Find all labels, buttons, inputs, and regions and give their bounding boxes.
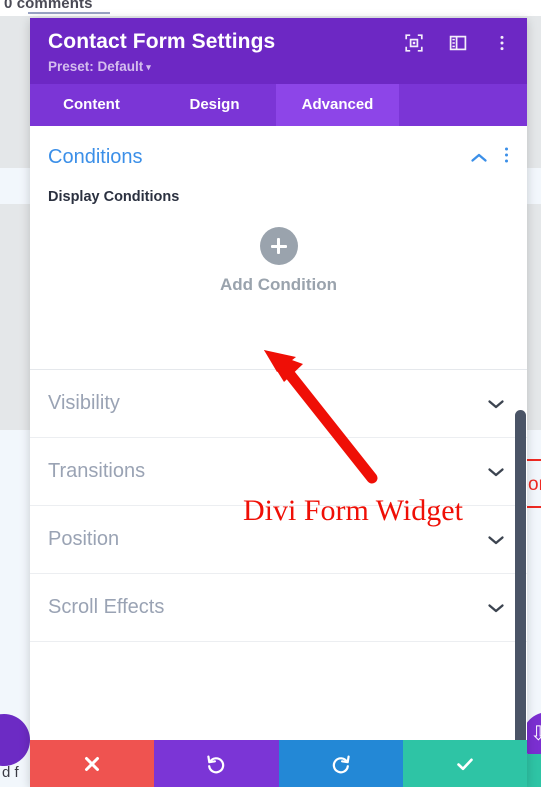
bg-red-rule — [527, 459, 541, 461]
preset-label: Preset: Default — [48, 59, 144, 75]
header-icon-group — [405, 34, 511, 52]
chevron-down-icon[interactable] — [487, 534, 505, 546]
check-icon — [454, 753, 476, 775]
display-conditions-label: Display Conditions — [48, 189, 180, 206]
tab-content[interactable]: Content — [30, 84, 153, 126]
bg-red-rule — [527, 506, 541, 508]
bg-red-text: on — [528, 474, 541, 495]
modal-header: Contact Form Settings Preset: Default ▾ — [30, 18, 527, 85]
chevron-up-icon[interactable] — [470, 152, 488, 164]
focus-icon[interactable] — [405, 34, 423, 52]
section-transitions[interactable]: Transitions — [30, 438, 527, 505]
section-conditions-icons — [470, 146, 509, 169]
cancel-button[interactable] — [30, 740, 155, 787]
layout-icon[interactable] — [449, 34, 467, 52]
screenshot-root: 0 comments d f ⇩ on Contact Form Setting… — [0, 0, 541, 787]
add-condition-area: Add Condition — [30, 205, 527, 325]
contact-form-settings-modal: Contact Form Settings Preset: Default▾ — [30, 18, 527, 787]
comments-count-text: 0 comments — [4, 0, 93, 12]
save-button[interactable] — [402, 740, 527, 787]
section-position-title: Position — [48, 528, 120, 551]
comments-underline — [28, 12, 110, 14]
chevron-down-icon[interactable] — [487, 602, 505, 614]
tab-advanced[interactable]: Advanced — [276, 84, 399, 127]
chevron-down-icon: ▾ — [146, 62, 151, 73]
plus-icon[interactable] — [259, 227, 298, 266]
redo-icon — [330, 753, 352, 775]
preset-selector[interactable]: Preset: Default ▾ — [48, 59, 509, 74]
section-divider — [30, 641, 527, 643]
panel-scrollbar[interactable] — [515, 410, 526, 740]
undo-icon — [205, 753, 227, 775]
section-visibility[interactable]: Visibility — [30, 370, 527, 437]
section-position[interactable]: Position — [30, 506, 527, 573]
modal-footer — [30, 740, 527, 787]
modal-body: Conditions Display Conditions Add Condit… — [30, 126, 527, 740]
section-conditions-header[interactable]: Conditions — [30, 126, 527, 183]
settings-tabs: Content Design Advanced — [30, 84, 527, 127]
add-condition-button[interactable]: Add Condition — [30, 275, 527, 295]
section-transitions-title: Transitions — [48, 460, 146, 483]
tabs-filler — [399, 84, 527, 126]
section-scroll-effects[interactable]: Scroll Effects — [30, 574, 527, 641]
chevron-down-icon[interactable] — [487, 398, 505, 410]
redo-button[interactable] — [278, 740, 403, 787]
arrow-down-icon: ⇩ — [530, 723, 541, 745]
section-conditions: Conditions Display Conditions Add Condit… — [30, 126, 527, 325]
tab-design[interactable]: Design — [153, 84, 276, 126]
section-scroll-effects-title: Scroll Effects — [48, 596, 165, 619]
close-icon — [82, 754, 102, 774]
chevron-down-icon[interactable] — [487, 466, 505, 478]
section-visibility-title: Visibility — [48, 392, 120, 415]
section-conditions-title: Conditions — [48, 146, 143, 169]
background-bottom-text: d f — [2, 764, 19, 781]
more-vertical-icon[interactable] — [504, 146, 509, 169]
more-vertical-icon[interactable] — [493, 34, 511, 52]
undo-button[interactable] — [154, 740, 279, 787]
